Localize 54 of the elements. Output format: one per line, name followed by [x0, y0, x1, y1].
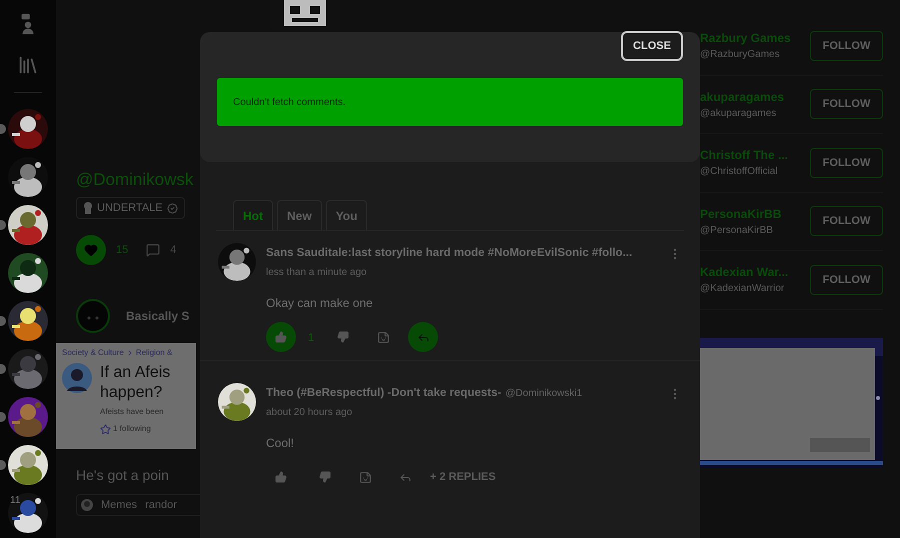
library-icon[interactable] [17, 54, 39, 76]
verified-icon [166, 202, 178, 214]
heart-icon [84, 243, 98, 257]
sort-tab[interactable]: You [326, 200, 368, 230]
like-count: 1 [308, 332, 314, 344]
suggestion-name[interactable]: PersonaKirBB [700, 204, 810, 223]
suggestion-handle: @akuparagames [700, 106, 778, 121]
thumbs-up-icon [275, 331, 287, 343]
like-button[interactable] [266, 322, 296, 352]
suggestion-name[interactable]: Kadexian War... [700, 263, 810, 282]
thumbs-down-icon [337, 331, 349, 343]
tag-label[interactable]: Memes [101, 496, 138, 514]
sort-tab[interactable]: New [277, 200, 322, 230]
thumbs-up-icon [275, 471, 287, 483]
star-icon [100, 424, 111, 434]
question-excerpt: Afeists have been [100, 406, 165, 418]
comment-author[interactable]: Theo (#BeRespectful) -Don't take requests- [266, 385, 502, 403]
sticker-icon [358, 470, 372, 484]
comment-icon[interactable] [146, 243, 160, 257]
like-button[interactable] [76, 235, 106, 265]
comment-text: Cool! [266, 435, 296, 452]
unread-count: 11 [10, 494, 20, 508]
follow-button[interactable]: FOLLOW [810, 89, 883, 120]
follow-button[interactable]: FOLLOW [810, 264, 883, 295]
tag-chip[interactable]: UNDERTALE [76, 197, 185, 219]
comment-text: Okay can make one [266, 295, 374, 312]
suggestion-handle: @KadexianWarrior [700, 282, 786, 296]
like-count: 15 [116, 242, 128, 258]
suggestion-name[interactable]: Razbury Games [700, 29, 810, 48]
suggestion-name[interactable]: akuparagames [700, 88, 810, 106]
follow-button[interactable]: FOLLOW [810, 148, 883, 178]
question-title: happen? [100, 383, 164, 403]
comment-time: less than a minute ago [266, 266, 368, 280]
following-count: 1 following [113, 423, 151, 435]
sort-tab[interactable]: Hot [233, 200, 273, 230]
close-button[interactable]: CLOSE [621, 31, 683, 61]
thumbs-down-icon [319, 471, 331, 483]
follow-button[interactable]: FOLLOW [810, 206, 883, 236]
tag-label[interactable]: randor [145, 496, 177, 514]
replies-link[interactable]: + 2 REPLIES [430, 468, 496, 486]
comment-author[interactable]: Sans Sauditale:last storyline hard mode #NoMoreEvilSonic #follo... [266, 245, 632, 263]
follow-button[interactable]: FOLLOW [810, 30, 883, 61]
post-author[interactable]: Basically S [126, 307, 190, 325]
reply-button[interactable] [408, 322, 438, 352]
question-title: If an Afeis [100, 363, 170, 383]
sticker-icon [376, 330, 390, 344]
suggestion-handle: @ChristoffOfficial [700, 165, 779, 180]
alert-text: Couldn't fetch comments. [233, 96, 346, 110]
suggestion-handle: @RazburyGames [700, 48, 781, 62]
suggestion-name[interactable]: Christoff The ... [700, 146, 810, 164]
post-caption: He's got a poin [76, 466, 169, 485]
comment-time: about 20 hours ago [266, 406, 354, 420]
suggestion-handle: @PersonaKirBB [700, 224, 774, 238]
comment-handle: @Dominikowski1 [505, 387, 582, 402]
